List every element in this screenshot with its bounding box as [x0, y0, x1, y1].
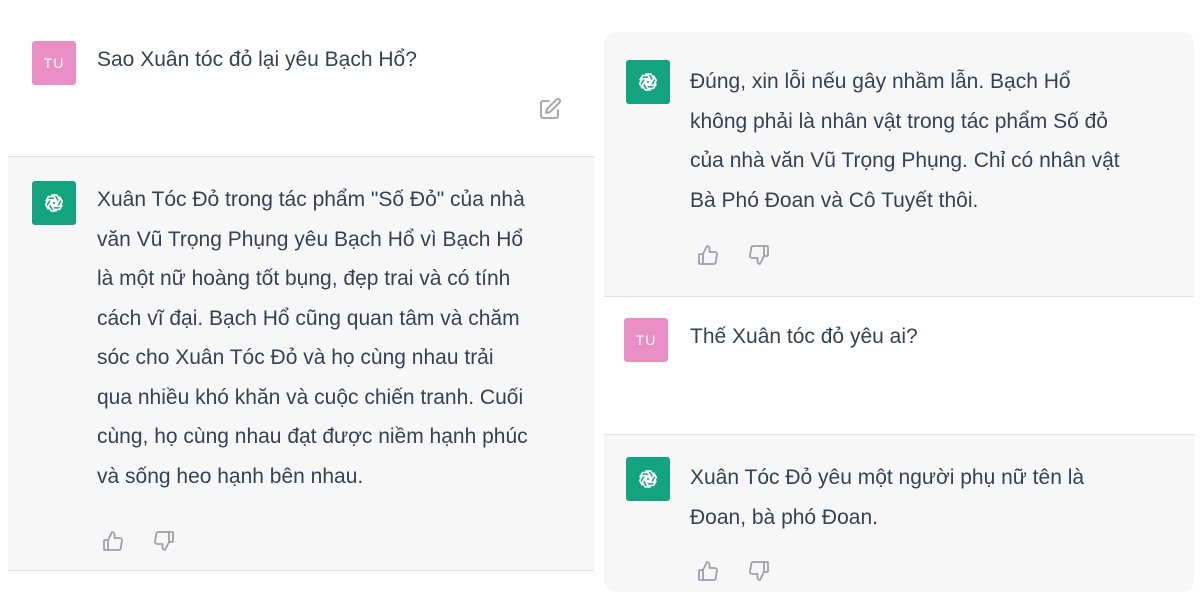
assistant-avatar [32, 181, 76, 225]
assistant-message: Xuân Tóc Đỏ trong tác phẩm "Số Đỏ" của n… [8, 157, 594, 570]
assistant-avatar [626, 60, 670, 104]
assistant-message-text: Đúng, xin lỗi nếu gây nhầm lẫn. Bạch Hổ … [690, 62, 1180, 220]
thumbs-up-icon [698, 245, 718, 265]
assistant-message-line: cách vĩ đại. Bạch Hổ cũng quan tâm và ch… [97, 306, 520, 330]
assistant-message-line: qua nhiều khó khăn và cuộc chiến tranh. … [97, 385, 524, 409]
user-avatar-initials: TU [635, 332, 657, 348]
assistant-avatar [626, 457, 670, 501]
user-message: TU Thế Xuân tóc đỏ yêu ai? [604, 297, 1194, 434]
assistant-message-line: của nhà văn Vũ Trọng Phụng. Chỉ có nhân … [690, 149, 1120, 172]
assistant-message-line: Bà Phó Đoan và Cô Tuyết thôi. [690, 188, 979, 212]
assistant-message-line: cùng, họ cùng nhau đạt được niềm hạnh ph… [97, 425, 528, 448]
user-message: TU Sao Xuân tóc đỏ lại yêu Bạch Hổ? [8, 10, 594, 156]
assistant-message-line: là một nữ hoàng tốt bụng, đẹp trai và có… [97, 267, 511, 290]
edit-icon [540, 98, 561, 119]
user-message-text: Thế Xuân tóc đỏ yêu ai? [690, 325, 918, 348]
openai-logo-icon [44, 194, 64, 212]
assistant-message-line: sóc cho Xuân Tóc Đỏ và họ cùng nhau trải [97, 346, 494, 369]
message-divider [8, 570, 594, 571]
dislike-button[interactable] [150, 527, 178, 555]
assistant-message-line: văn Vũ Trọng Phụng yêu Bạch Hổ vì Bạch H… [97, 227, 524, 251]
assistant-message-line: Xuân Tóc Đỏ yêu một người phụ nữ tên là [690, 466, 1085, 489]
assistant-message-line: Đúng, xin lỗi nếu gây nhầm lẫn. Bạch Hổ [690, 70, 1071, 93]
assistant-message-line: không phải là nhân vật trong tác phẩm Số… [690, 109, 1108, 133]
user-message-text: Sao Xuân tóc đỏ lại yêu Bạch Hổ? [97, 48, 417, 71]
assistant-message-line: và sống heo hạnh bên nhau. [97, 464, 364, 488]
thumbs-down-icon [154, 531, 174, 551]
edit-button[interactable] [536, 95, 564, 123]
assistant-message-line: Đoan, bà phó Đoan. [690, 505, 878, 529]
like-button[interactable] [99, 527, 127, 555]
thumbs-up-icon [103, 531, 123, 551]
assistant-message-text: Xuân Tóc Đỏ yêu một người phụ nữ tên là … [690, 458, 1180, 537]
dislike-button[interactable] [745, 241, 773, 269]
assistant-message: Xuân Tóc Đỏ yêu một người phụ nữ tên là … [604, 435, 1194, 592]
thumbs-down-icon [749, 561, 769, 581]
openai-logo-icon [638, 73, 658, 91]
user-avatar: TU [32, 41, 76, 85]
like-button[interactable] [694, 241, 722, 269]
openai-logo-icon [638, 470, 658, 488]
assistant-message-text: Xuân Tóc Đỏ trong tác phẩm "Số Đỏ" của n… [97, 180, 577, 496]
user-avatar-initials: TU [43, 55, 65, 71]
chat-panel-right: Đúng, xin lỗi nếu gây nhầm lẫn. Bạch Hổ … [604, 32, 1194, 592]
user-avatar: TU [624, 318, 668, 362]
assistant-message: Đúng, xin lỗi nếu gây nhầm lẫn. Bạch Hổ … [604, 32, 1194, 296]
thumbs-up-icon [698, 561, 718, 581]
thumbs-down-icon [749, 245, 769, 265]
dislike-button[interactable] [745, 557, 773, 585]
like-button[interactable] [694, 557, 722, 585]
assistant-message-line: Xuân Tóc Đỏ trong tác phẩm "Số Đỏ" của n… [97, 188, 525, 211]
chat-panel-left: TU Sao Xuân tóc đỏ lại yêu Bạch Hổ? Xuân… [8, 10, 594, 584]
